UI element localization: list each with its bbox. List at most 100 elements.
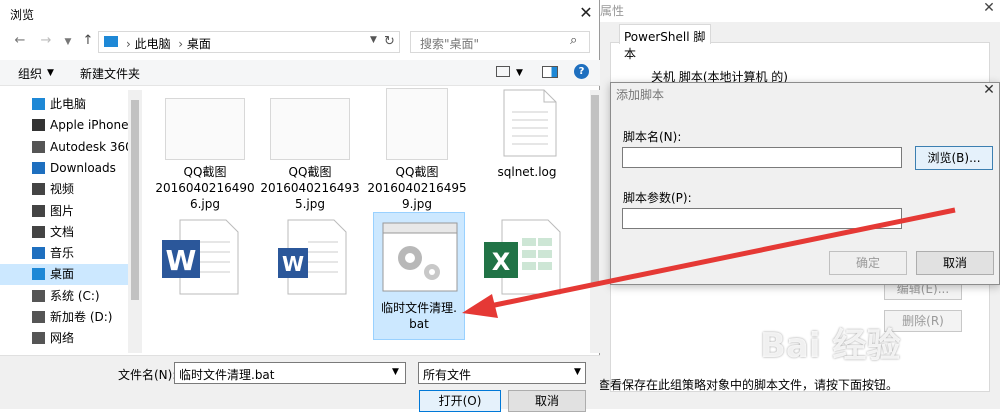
word-document-icon[interactable]: W — [160, 218, 240, 296]
network-icon — [32, 332, 45, 345]
ok-button[interactable]: 确定 — [829, 251, 907, 275]
filetype-select[interactable]: 所有文件 — [418, 362, 586, 384]
image-thumbnail[interactable] — [270, 98, 350, 160]
chevron-down-icon[interactable]: ▼ — [392, 367, 399, 377]
cloud-icon — [32, 140, 45, 153]
word-document-icon: W — [278, 219, 347, 295]
tree-item[interactable]: 音乐 — [0, 243, 128, 264]
browse-title: 浏览 — [10, 8, 35, 22]
search-icon[interactable]: ⌕ — [570, 33, 577, 48]
phone-icon — [32, 119, 45, 132]
cancel-button[interactable]: 取消 — [916, 251, 994, 275]
picture-icon — [32, 204, 45, 217]
file-name[interactable]: QQ截图 2016040216495 9.jpg — [367, 164, 467, 212]
tree-item[interactable]: 网络 — [0, 328, 128, 349]
chevron-down-icon[interactable]: ▼ — [47, 68, 54, 78]
chevron-down-icon[interactable]: ▼ — [516, 68, 523, 78]
breadcrumb-item[interactable]: 桌面 — [187, 37, 211, 51]
document-icon — [32, 225, 45, 238]
file-name[interactable]: 临时文件清理. bat — [369, 300, 469, 332]
tree-item-label: 网络 — [50, 331, 75, 346]
file-name[interactable]: QQ截图 2016040216490 6.jpg — [155, 164, 255, 212]
close-icon[interactable]: ✕ — [574, 2, 598, 24]
download-icon — [32, 161, 45, 174]
svg-text:X: X — [492, 248, 511, 276]
tree-item-label: Downloads — [50, 160, 116, 175]
browse-button[interactable]: 浏览(B)... — [915, 146, 993, 170]
script-params-label: 脚本参数(P): — [623, 191, 692, 205]
close-icon[interactable]: ✕ — [978, 0, 1000, 18]
script-name-input[interactable] — [622, 147, 902, 168]
drive-icon — [32, 289, 45, 302]
svg-text:W: W — [282, 252, 304, 276]
tree-item-label: 此电脑 — [50, 97, 87, 111]
scrollbar-thumb[interactable] — [131, 100, 139, 300]
drive-icon — [32, 311, 45, 323]
refresh-icon[interactable]: ↻ — [384, 34, 395, 49]
chevron-down-icon[interactable]: ▼ — [370, 35, 377, 45]
tree-item[interactable]: 系统 (C:) — [0, 286, 128, 307]
help-icon[interactable]: ? — [574, 64, 589, 79]
watermark-logo: Bai 经验 — [760, 326, 901, 366]
music-icon — [32, 247, 45, 260]
tree-item[interactable]: 文档 — [0, 222, 128, 243]
properties-titlebar — [598, 0, 1000, 22]
add-script-title: 添加脚本 — [616, 88, 665, 102]
close-icon[interactable]: ✕ — [978, 82, 1000, 102]
scrollbar-thumb[interactable] — [591, 95, 599, 285]
pc-icon — [104, 36, 118, 47]
organize-button[interactable]: 组织 — [18, 65, 42, 82]
image-thumbnail[interactable] — [386, 88, 448, 160]
script-name-label: 脚本名(N): — [623, 130, 682, 144]
tab-powershell-scripts[interactable]: PowerShell 脚本 — [619, 24, 711, 61]
tree-item[interactable]: Autodesk 360 — [0, 137, 128, 158]
scripts-hint-text: 查看保存在此组策略对象中的脚本文件，请按下面按钮。 — [598, 378, 899, 392]
excel-document-icon: X — [484, 219, 561, 295]
tree-item[interactable]: 视频 — [0, 179, 128, 200]
tree-item-label: Autodesk 360 — [50, 139, 128, 154]
text-file-icon[interactable] — [500, 88, 558, 158]
breadcrumb[interactable]: › 此电脑 › 桌面 — [126, 35, 211, 52]
back-arrow-icon[interactable]: ← — [12, 33, 28, 51]
tree-item[interactable]: 新加卷 (D:) — [0, 307, 128, 328]
search-placeholder: 搜索"桌面" — [420, 37, 480, 51]
tree-item-label: 音乐 — [50, 246, 75, 261]
tree-item[interactable]: 此电脑 — [0, 94, 128, 115]
image-thumbnail[interactable] — [165, 98, 245, 160]
properties-title: 属性 — [600, 4, 625, 18]
desktop-icon — [32, 268, 45, 281]
filename-input[interactable]: 临时文件清理.bat — [174, 362, 406, 384]
file-name[interactable]: QQ截图 2016040216493 5.jpg — [260, 164, 360, 212]
file-name[interactable]: sqlnet.log — [477, 164, 577, 180]
new-folder-button[interactable]: 新建文件夹 — [80, 65, 140, 82]
script-params-input[interactable] — [622, 208, 902, 229]
chevron-down-icon[interactable]: ▼ — [60, 37, 76, 55]
excel-document-icon[interactable]: X — [482, 218, 562, 296]
tree-item[interactable]: Downloads — [0, 158, 128, 179]
tree-item-label: 文档 — [50, 224, 75, 239]
gear-icon — [382, 222, 458, 292]
chevron-down-icon[interactable]: ▼ — [574, 367, 581, 377]
preview-pane-icon[interactable] — [542, 66, 558, 78]
breadcrumb-item[interactable]: 此电脑 — [135, 37, 171, 51]
up-arrow-icon[interactable]: ↑ — [80, 33, 96, 51]
batch-file-icon[interactable] — [382, 222, 458, 292]
word-document-icon[interactable]: W — [268, 218, 348, 296]
filename-label: 文件名(N): — [118, 368, 177, 382]
tree-item[interactable]: 桌面 — [0, 264, 128, 286]
tree-item-label: 视频 — [50, 182, 75, 197]
tree-item[interactable]: Apple iPhone — [0, 115, 128, 136]
tree-item[interactable]: 图片 — [0, 201, 128, 222]
text-file-icon — [503, 89, 557, 157]
svg-text:W: W — [166, 244, 197, 277]
tree-item-label: 桌面 — [50, 267, 75, 282]
forward-arrow-icon[interactable]: → — [38, 33, 54, 51]
tree-item-label: Apple iPhone — [50, 118, 128, 133]
pc-icon — [32, 98, 45, 110]
tree-item-label: 新加卷 (D:) — [50, 310, 113, 324]
view-icon[interactable] — [496, 66, 510, 77]
video-icon — [32, 183, 45, 196]
tree-item-label: 图片 — [50, 203, 75, 218]
word-document-icon: W — [162, 219, 239, 295]
tree-item-label: 系统 (C:) — [50, 288, 100, 303]
